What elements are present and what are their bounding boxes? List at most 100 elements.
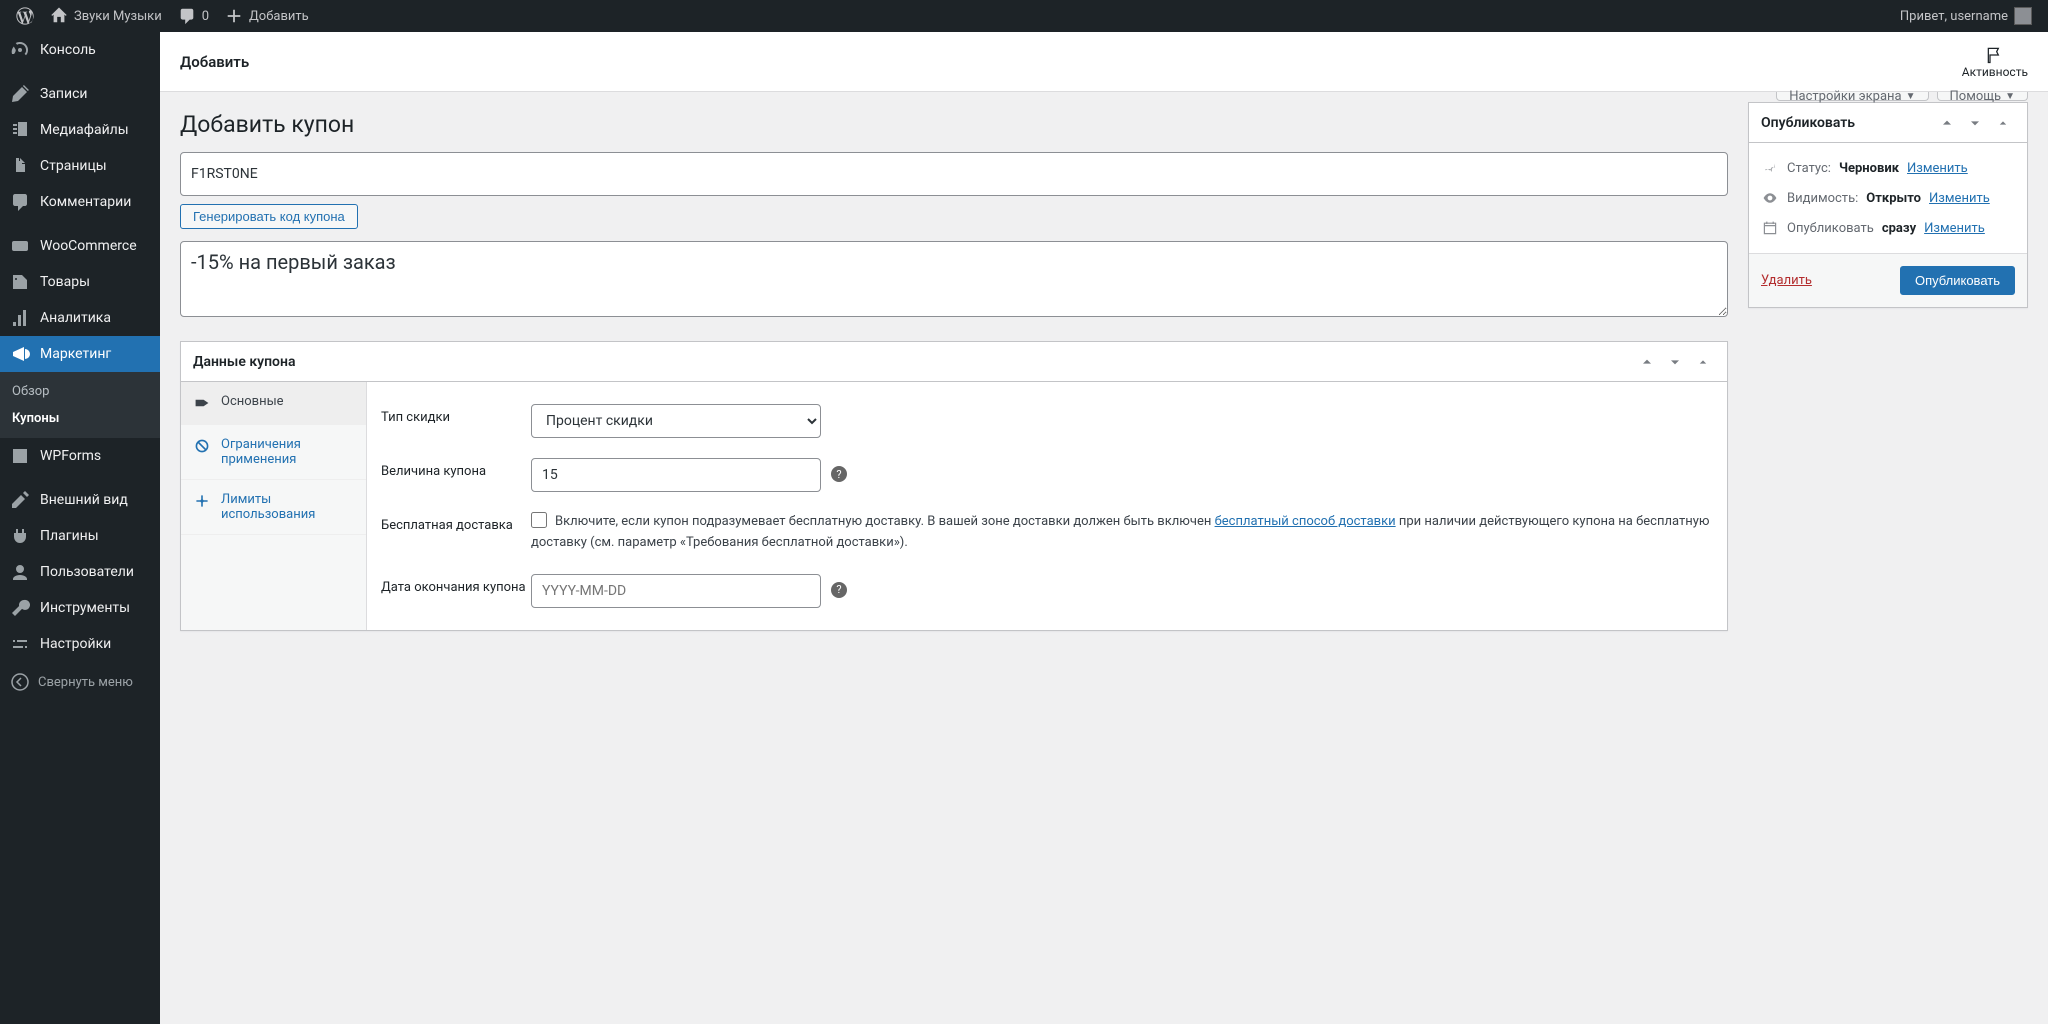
sidebar-item-plugins[interactable]: Плагины <box>0 518 160 554</box>
media-icon <box>10 120 30 140</box>
caret-down-icon: ▼ <box>2005 91 2015 102</box>
plus-icon <box>225 7 243 25</box>
visibility-label: Видимость: <box>1787 191 1858 206</box>
site-name[interactable]: Звуки Музыки <box>42 0 170 32</box>
delete-link[interactable]: Удалить <box>1761 273 1812 288</box>
sidebar-item-marketing[interactable]: Маркетинг <box>0 336 160 372</box>
schedule-row: Опубликовать сразу Изменить <box>1761 213 2015 243</box>
sidebar-item-dashboard[interactable]: Консоль <box>0 32 160 68</box>
dashboard-icon <box>10 40 30 60</box>
move-up-button[interactable] <box>1935 111 1959 135</box>
sidebar-sub-coupons[interactable]: Купоны <box>0 405 160 432</box>
sidebar-sub-marketing: Обзор Купоны <box>0 372 160 438</box>
move-up-button[interactable] <box>1635 350 1659 374</box>
marketing-icon <box>10 344 30 364</box>
caret-up-icon <box>1695 354 1711 370</box>
visibility-edit-link[interactable]: Изменить <box>1929 191 1990 206</box>
chevron-up-icon <box>1639 354 1655 370</box>
screen-options-tab[interactable]: Настройки экрана▼ <box>1776 92 1928 101</box>
status-edit-link[interactable]: Изменить <box>1907 161 1968 176</box>
admin-bar: Звуки Музыки 0 Добавить Привет, username <box>0 0 2048 32</box>
generate-code-button[interactable]: Генерировать код купона <box>180 204 358 229</box>
sidebar-label: Записи <box>40 86 88 102</box>
sidebar-item-media[interactable]: Медиафайлы <box>0 112 160 148</box>
howdy-label: Привет, username <box>1900 9 2008 24</box>
move-down-button[interactable] <box>1963 111 1987 135</box>
sidebar-item-settings[interactable]: Настройки <box>0 626 160 662</box>
howdy[interactable]: Привет, username <box>1892 0 2040 32</box>
sidebar-item-appearance[interactable]: Внешний вид <box>0 482 160 518</box>
plugins-icon <box>10 526 30 546</box>
toggle-button[interactable] <box>1991 111 2015 135</box>
coupon-tab-general[interactable]: Основные <box>181 382 366 425</box>
site-name-label: Звуки Музыки <box>74 9 162 24</box>
coupon-tab-restriction[interactable]: Ограничения применения <box>181 425 366 480</box>
amount-input[interactable] <box>531 458 821 492</box>
comments-icon <box>10 192 30 212</box>
coupon-description-input[interactable]: -15% на первый заказ <box>180 241 1728 317</box>
schedule-edit-link[interactable]: Изменить <box>1924 221 1985 236</box>
limits-icon <box>193 492 211 510</box>
woocommerce-icon <box>10 236 30 256</box>
avatar <box>2014 7 2032 25</box>
wp-logo[interactable] <box>8 0 42 32</box>
field-expiry: Дата окончания купона ? <box>381 564 1713 618</box>
visibility-row: Видимость: Открыто Изменить <box>1761 183 2015 213</box>
general-icon <box>193 394 211 412</box>
restriction-icon <box>193 437 211 455</box>
tools-icon <box>10 598 30 618</box>
discount-type-select[interactable]: Процент скидки <box>531 404 821 438</box>
sidebar-item-analytics[interactable]: Аналитика <box>0 300 160 336</box>
sidebar-item-users[interactable]: Пользователи <box>0 554 160 590</box>
coupon-data-box: Данные купона Основные Ограничения приме… <box>180 341 1728 631</box>
chevron-down-icon <box>1667 354 1683 370</box>
sidebar-item-products[interactable]: Товары <box>0 264 160 300</box>
sidebar-label: Аналитика <box>40 310 111 326</box>
calendar-icon <box>1761 219 1779 237</box>
publish-box: Опубликовать Статус: Черновик Изменит <box>1748 102 2028 308</box>
coupon-code-input[interactable] <box>180 152 1728 196</box>
sidebar-item-tools[interactable]: Инструменты <box>0 590 160 626</box>
sidebar-item-comments[interactable]: Комментарии <box>0 184 160 220</box>
visibility-value: Открыто <box>1866 191 1921 206</box>
toggle-button[interactable] <box>1691 350 1715 374</box>
tab-label: Основные <box>221 394 284 409</box>
sidebar-label: WPForms <box>40 448 101 464</box>
free-shipping-label: Бесплатная доставка <box>381 512 531 533</box>
sidebar-label: Товары <box>40 274 90 290</box>
move-down-button[interactable] <box>1663 350 1687 374</box>
expiry-input[interactable] <box>531 574 821 608</box>
sidebar-label: Комментарии <box>40 194 131 210</box>
status-label: Статус: <box>1787 161 1831 176</box>
free-shipping-link[interactable]: бесплатный способ доставки <box>1215 514 1396 529</box>
comments-link[interactable]: 0 <box>170 0 217 32</box>
help-tip[interactable]: ? <box>831 466 847 482</box>
sidebar-label: Внешний вид <box>40 492 128 508</box>
sidebar-item-posts[interactable]: Записи <box>0 76 160 112</box>
title-bar: Добавить Активность <box>160 32 2048 92</box>
sidebar-item-pages[interactable]: Страницы <box>0 148 160 184</box>
publish-button[interactable]: Опубликовать <box>1900 266 2015 295</box>
sidebar-item-woocommerce[interactable]: WooCommerce <box>0 228 160 264</box>
add-new-label: Добавить <box>249 9 309 24</box>
sidebar-label: Инструменты <box>40 600 130 616</box>
admin-sidebar: Консоль Записи Медиафайлы Страницы Комме… <box>0 32 160 1024</box>
publish-actions: Удалить Опубликовать <box>1749 253 2027 307</box>
free-shipping-checkbox[interactable] <box>531 512 547 528</box>
eye-icon <box>1761 189 1779 207</box>
sidebar-item-wpforms[interactable]: WPForms <box>0 438 160 474</box>
activity-button[interactable]: Активность <box>1962 45 2028 79</box>
sidebar-collapse[interactable]: Свернуть меню <box>0 662 160 702</box>
tab-label: Ограничения применения <box>221 437 354 467</box>
coupon-tab-limits[interactable]: Лимиты использования <box>181 480 366 535</box>
sidebar-label: Страницы <box>40 158 107 174</box>
pin-icon <box>1761 159 1779 177</box>
help-tab[interactable]: Помощь▼ <box>1937 92 2028 101</box>
sidebar-sub-overview[interactable]: Обзор <box>0 378 160 405</box>
help-tip[interactable]: ? <box>831 582 847 598</box>
caret-up-icon <box>1995 115 2011 131</box>
collapse-icon <box>10 672 30 692</box>
free-shipping-text-before: Включите, если купон подразумевает беспл… <box>555 514 1215 529</box>
add-new[interactable]: Добавить <box>217 0 317 32</box>
discount-type-label: Тип скидки <box>381 404 531 425</box>
